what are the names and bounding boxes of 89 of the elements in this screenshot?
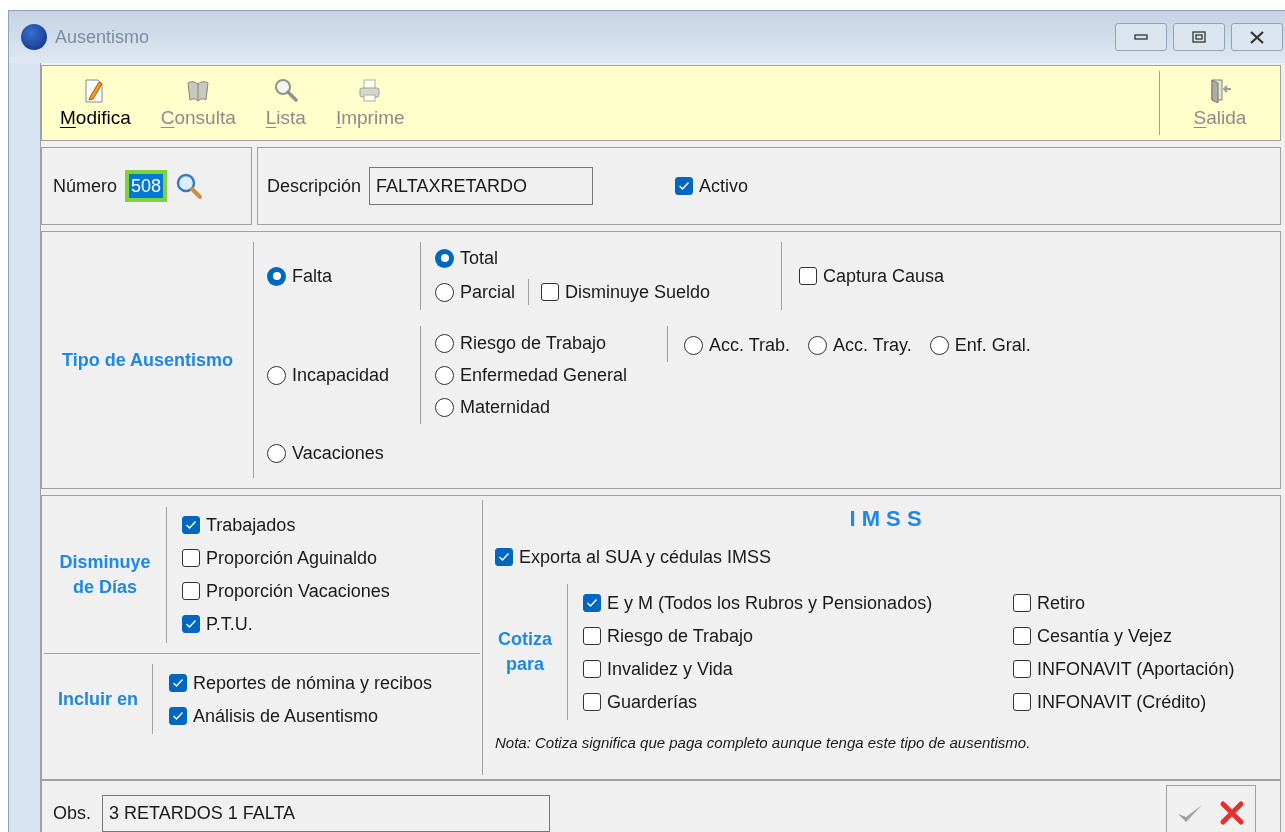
- radio-label[interactable]: Vacaciones: [292, 442, 384, 464]
- search-icon: [272, 77, 299, 103]
- close-icon: [1219, 800, 1245, 826]
- minimize-button[interactable]: [1115, 23, 1167, 51]
- checkbox-label[interactable]: Reportes de nómina y recibos: [193, 671, 433, 694]
- number-field[interactable]: 508: [125, 170, 168, 202]
- maximize-icon: [1192, 31, 1206, 43]
- radio-label[interactable]: Falta: [292, 265, 333, 287]
- close-button[interactable]: [1231, 23, 1283, 51]
- checkbox[interactable]: [583, 626, 601, 645]
- radio-button[interactable]: [267, 266, 286, 286]
- app-icon: [21, 24, 47, 50]
- checkbox[interactable]: [583, 692, 601, 711]
- checkmark-icon: [172, 677, 184, 688]
- radio-button[interactable]: [435, 365, 454, 385]
- checkbox-label[interactable]: Guarderías: [607, 690, 698, 713]
- radio-button[interactable]: [267, 365, 286, 385]
- radio-button[interactable]: [435, 282, 454, 302]
- radio-label[interactable]: Acc. Trab.: [709, 334, 791, 356]
- checkbox[interactable]: [182, 582, 200, 600]
- checkbox-label[interactable]: Trabajados: [206, 514, 296, 536]
- radio-label[interactable]: Incapacidad: [292, 364, 390, 386]
- field-label: Obs.: [53, 802, 91, 825]
- minimize-icon: [1134, 34, 1148, 40]
- checkbox[interactable]: [583, 659, 601, 678]
- checkbox-label[interactable]: P.T.U.: [206, 613, 253, 635]
- checkbox-label[interactable]: Captura Causa: [823, 265, 945, 287]
- toolbar-button[interactable]: Modifica: [52, 66, 139, 140]
- checkbox[interactable]: [182, 615, 200, 633]
- checkbox-label[interactable]: INFONAVIT (Crédito): [1037, 690, 1207, 713]
- checkbox-label[interactable]: Análisis de Ausentismo: [193, 704, 379, 727]
- checkbox[interactable]: [541, 283, 560, 301]
- checkbox-label[interactable]: Proporción Aguinaldo: [206, 547, 378, 569]
- section-title: Cotiza para: [497, 628, 553, 676]
- field-label: Número: [53, 174, 118, 198]
- section-title: I M S S: [849, 506, 922, 532]
- checkbox-label[interactable]: Proporción Vacaciones: [206, 580, 390, 602]
- field-label: Descripción: [267, 174, 362, 198]
- radio-label[interactable]: Riesgo de Trabajo: [460, 332, 607, 354]
- description-field[interactable]: FALTAXRETARDO: [369, 167, 594, 205]
- checkbox[interactable]: [169, 673, 187, 692]
- checkmark-icon: [498, 552, 510, 562]
- radio-button[interactable]: [808, 335, 828, 355]
- checkbox-label[interactable]: Retiro: [1037, 591, 1085, 614]
- checkbox[interactable]: [182, 549, 200, 567]
- checkbox[interactable]: [182, 516, 200, 534]
- checkbox-label[interactable]: INFONAVIT (Aportación): [1037, 657, 1235, 680]
- section-title: Tipo de Ausentismo: [62, 348, 233, 372]
- checkmark-icon: [172, 710, 184, 721]
- radio-button[interactable]: [435, 397, 454, 417]
- checkbox[interactable]: [675, 177, 694, 195]
- radio-label[interactable]: Enf. Gral.: [954, 334, 1031, 356]
- radio-button[interactable]: [435, 333, 454, 353]
- close-icon: [1250, 30, 1264, 44]
- search-icon: [175, 172, 204, 200]
- checkbox[interactable]: [1013, 659, 1031, 678]
- checkbox-label[interactable]: Cesantía y Vejez: [1037, 624, 1173, 647]
- checkbox-label[interactable]: Activo: [699, 175, 749, 197]
- checkbox[interactable]: [1013, 626, 1031, 645]
- radio-button[interactable]: [435, 248, 454, 268]
- radio-label[interactable]: Parcial: [460, 281, 516, 303]
- note-text: Nota: Cotiza significa que paga completo aunque tenga este tipo de ausentismo.: [495, 733, 1032, 753]
- checkmark-icon: [678, 181, 691, 191]
- checkbox[interactable]: [1013, 692, 1031, 711]
- checkbox[interactable]: [1013, 593, 1031, 612]
- radio-label[interactable]: Enfermedad General: [460, 364, 628, 386]
- section-title: Disminuye de Días: [58, 550, 152, 599]
- radio-label[interactable]: Acc. Tray.: [833, 334, 912, 356]
- checkbox-label[interactable]: E y M (Todos los Rubros y Pensionados): [607, 591, 933, 614]
- radio-button[interactable]: [684, 335, 703, 355]
- checkmark-icon: [185, 619, 197, 629]
- checkbox-label[interactable]: Invalidez y Vida: [607, 657, 733, 680]
- maximize-button[interactable]: [1173, 23, 1225, 51]
- checkbox-label[interactable]: Disminuye Sueldo: [565, 281, 711, 303]
- checkbox[interactable]: [495, 548, 513, 566]
- checkmark-icon: [586, 597, 598, 608]
- checkbox-label[interactable]: Exporta al SUA y cédulas IMSS: [519, 546, 772, 568]
- checkbox-label[interactable]: Riesgo de Trabajo: [607, 624, 754, 647]
- section-title: Incluir en: [58, 687, 138, 711]
- checkmark-icon: [185, 520, 197, 530]
- radio-button[interactable]: [267, 443, 286, 463]
- observations-field[interactable]: 3 RETARDOS 1 FALTA: [102, 795, 550, 832]
- radio-button[interactable]: [929, 335, 949, 355]
- checkbox[interactable]: [583, 593, 601, 612]
- checkbox[interactable]: [169, 706, 187, 725]
- window-title: Ausentismo: [55, 25, 150, 49]
- checkbox[interactable]: [799, 267, 817, 285]
- radio-label[interactable]: Total: [460, 247, 499, 269]
- radio-label[interactable]: Maternidad: [460, 396, 551, 418]
